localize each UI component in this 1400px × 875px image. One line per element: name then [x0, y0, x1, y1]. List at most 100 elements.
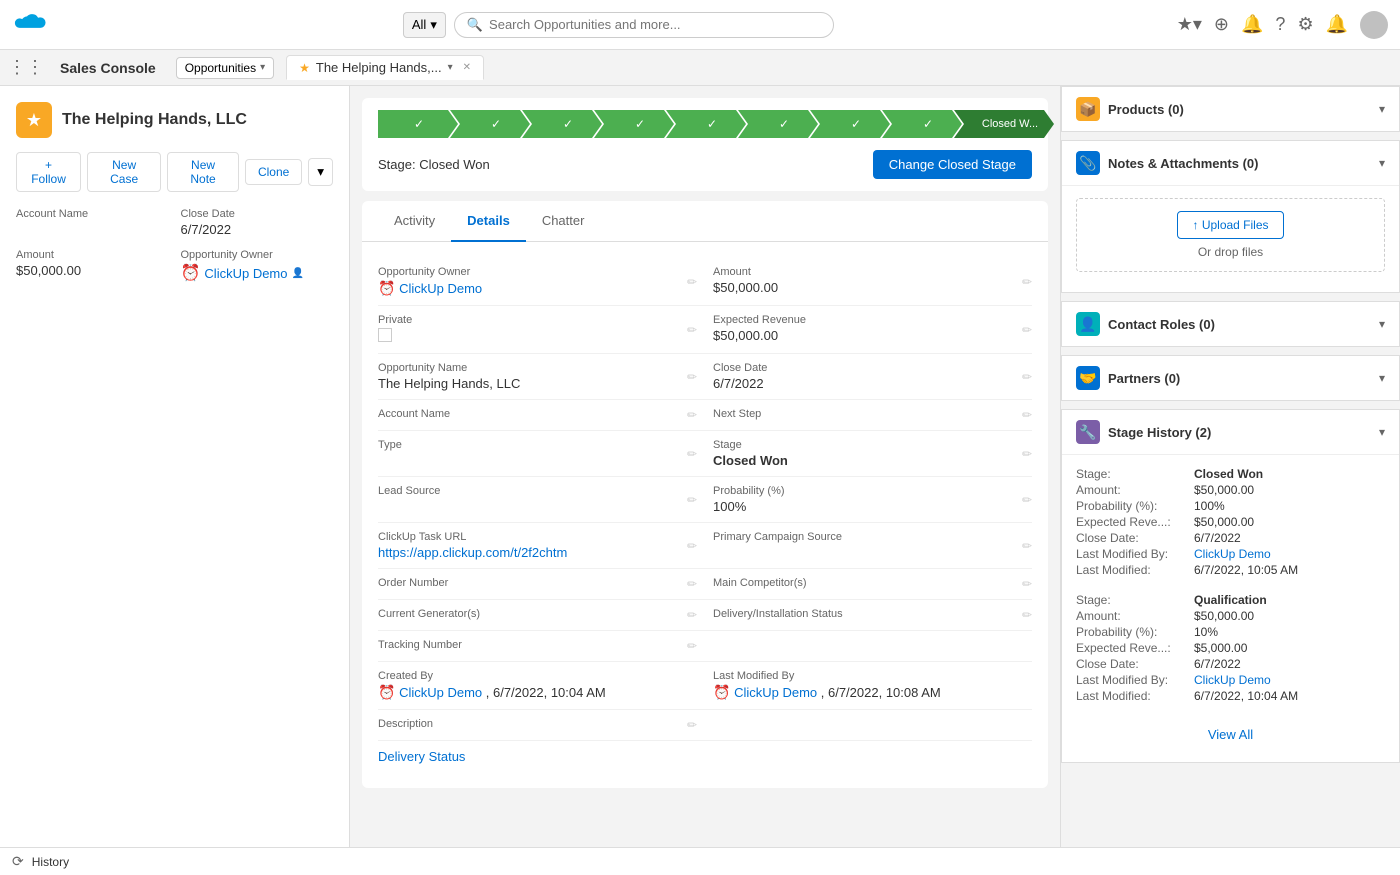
- more-actions-button[interactable]: ▾: [308, 158, 333, 186]
- products-title: 📦 Products (0): [1076, 97, 1184, 121]
- settings-icon[interactable]: ⚙: [1297, 14, 1313, 35]
- edit-icon[interactable]: ✏: [687, 493, 697, 507]
- account-name-detail: Account Name ✏: [378, 408, 697, 422]
- help-icon[interactable]: ?: [1275, 14, 1285, 35]
- upload-area: ↑ Upload Files Or drop files: [1076, 198, 1385, 272]
- partners-chevron: ▾: [1379, 371, 1385, 385]
- private-checkbox[interactable]: [378, 328, 392, 342]
- stage-step-4[interactable]: ✓: [594, 110, 674, 138]
- search-input[interactable]: [489, 17, 821, 32]
- opp-owner-detail-value[interactable]: ⏰ ClickUp Demo: [378, 280, 697, 297]
- probability-value: 100%: [713, 499, 1032, 514]
- edit-icon[interactable]: ✏: [1022, 577, 1032, 591]
- tab-details[interactable]: Details: [451, 201, 526, 242]
- created-by-link[interactable]: ClickUp Demo: [399, 685, 482, 700]
- clone-button[interactable]: Clone: [245, 159, 302, 185]
- stage-step-1[interactable]: ✓: [378, 110, 458, 138]
- history-lmb-1: Last Modified By: ClickUp Demo: [1076, 547, 1385, 561]
- edit-icon[interactable]: ✏: [1022, 493, 1032, 507]
- history-lmb-value-1[interactable]: ClickUp Demo: [1194, 547, 1271, 561]
- edit-icon[interactable]: ✏: [1022, 539, 1032, 553]
- notifications-icon[interactable]: 🔔: [1241, 14, 1263, 35]
- change-closed-stage-button[interactable]: Change Closed Stage: [873, 150, 1032, 179]
- products-title-text: Products (0): [1108, 102, 1184, 117]
- tab-dropdown-icon[interactable]: ▾: [448, 62, 453, 73]
- edit-icon[interactable]: ✏: [1022, 323, 1032, 337]
- record-tab[interactable]: ★ The Helping Hands,... ▾ ✕: [286, 55, 484, 80]
- opportunity-name-detail: Opportunity Name The Helping Hands, LLC …: [378, 362, 697, 391]
- stage-step-7[interactable]: ✓: [810, 110, 890, 138]
- spacer-detail: [713, 639, 1032, 653]
- content-card: Activity Details Chatter Opportunity Own…: [362, 201, 1048, 788]
- current-generators-detail: Current Generator(s) ✏: [378, 608, 697, 622]
- clickup-url-label: ClickUp Task URL: [378, 531, 697, 543]
- edit-icon[interactable]: ✏: [687, 577, 697, 591]
- history-exprev-label-2: Expected Reve...:: [1076, 641, 1186, 655]
- tab-close-icon[interactable]: ✕: [463, 62, 471, 73]
- contact-roles-header[interactable]: 👤 Contact Roles (0) ▾: [1062, 302, 1399, 346]
- stage-step-8[interactable]: ✓: [882, 110, 962, 138]
- search-scope-select[interactable]: All ▾: [403, 12, 446, 38]
- search-box[interactable]: 🔍: [454, 12, 834, 38]
- app-menu-icon[interactable]: ⋮⋮: [8, 57, 44, 78]
- products-icon: 📦: [1076, 97, 1100, 121]
- stage-history-chevron: ▾: [1379, 425, 1385, 439]
- new-case-button[interactable]: New Case: [87, 152, 161, 192]
- notes-section: 📎 Notes & Attachments (0) ▾ ↑ Upload Fil…: [1061, 140, 1400, 293]
- edit-icon[interactable]: ✏: [687, 447, 697, 461]
- tab-activity[interactable]: Activity: [378, 201, 451, 242]
- favorites-icon[interactable]: ★▾: [1177, 14, 1202, 35]
- history-lmb-label-2: Last Modified By:: [1076, 673, 1186, 687]
- edit-icon[interactable]: ✏: [687, 608, 697, 622]
- edit-icon[interactable]: ✏: [687, 370, 697, 384]
- edit-icon[interactable]: ✏: [687, 275, 697, 289]
- history-prob-value-1: 100%: [1194, 499, 1225, 513]
- bottom-bar: ⟳ History: [0, 847, 1400, 875]
- history-entry-2: Stage: Qualification Amount: $50,000.00 …: [1076, 593, 1385, 703]
- stage-step-closed[interactable]: Closed W...: [954, 110, 1054, 138]
- new-note-button[interactable]: New Note: [167, 152, 239, 192]
- history-lm-2: Last Modified: 6/7/2022, 10:04 AM: [1076, 689, 1385, 703]
- bell-icon[interactable]: 🔔: [1326, 14, 1348, 35]
- last-modified-link[interactable]: ClickUp Demo: [734, 685, 817, 700]
- add-icon[interactable]: ⊕: [1214, 14, 1229, 35]
- edit-icon[interactable]: ✏: [687, 323, 697, 337]
- view-all-link[interactable]: View All: [1076, 719, 1385, 750]
- notes-body: ↑ Upload Files Or drop files: [1062, 186, 1399, 292]
- account-name-label: Account Name: [16, 208, 169, 220]
- edit-icon[interactable]: ✏: [1022, 447, 1032, 461]
- partners-header[interactable]: 🤝 Partners (0) ▾: [1062, 356, 1399, 400]
- clickup-url-value[interactable]: https://app.clickup.com/t/2f2chtm: [378, 545, 697, 560]
- history-stage-value-2: Qualification: [1194, 593, 1267, 607]
- notes-header[interactable]: 📎 Notes & Attachments (0) ▾: [1062, 141, 1399, 186]
- history-lm-label-2: Last Modified:: [1076, 689, 1186, 703]
- main-layout: ★ The Helping Hands, LLC + Follow New Ca…: [0, 86, 1400, 847]
- follow-button[interactable]: + Follow: [16, 152, 81, 192]
- contact-roles-icon: 👤: [1076, 312, 1100, 336]
- opportunities-tab[interactable]: Opportunities ▾: [176, 57, 274, 79]
- opportunity-owner-value[interactable]: ⏰ ClickUp Demo 👤: [181, 263, 334, 283]
- user-avatar[interactable]: [1360, 11, 1388, 39]
- stage-step-2[interactable]: ✓: [450, 110, 530, 138]
- edit-icon[interactable]: ✏: [687, 718, 697, 732]
- stage-history-header[interactable]: 🔧 Stage History (2) ▾: [1062, 410, 1399, 455]
- upload-files-button[interactable]: ↑ Upload Files: [1177, 211, 1283, 239]
- history-lmb-value-2[interactable]: ClickUp Demo: [1194, 673, 1271, 687]
- edit-icon[interactable]: ✏: [687, 408, 697, 422]
- edit-icon[interactable]: ✏: [1022, 608, 1032, 622]
- stage-step-3[interactable]: ✓: [522, 110, 602, 138]
- edit-icon[interactable]: ✏: [1022, 275, 1032, 289]
- edit-icon[interactable]: ✏: [1022, 408, 1032, 422]
- history-label[interactable]: History: [32, 855, 69, 869]
- delivery-status-value[interactable]: Delivery Status: [378, 749, 697, 764]
- edit-icon[interactable]: ✏: [1022, 370, 1032, 384]
- stage-step-5[interactable]: ✓: [666, 110, 746, 138]
- edit-icon[interactable]: ✏: [687, 539, 697, 553]
- view-all-anchor[interactable]: View All: [1208, 727, 1253, 742]
- stage-step-6[interactable]: ✓: [738, 110, 818, 138]
- products-header[interactable]: 📦 Products (0) ▾: [1062, 87, 1399, 131]
- salesforce-logo[interactable]: [12, 7, 48, 43]
- search-scope-label: All: [412, 17, 426, 32]
- edit-icon[interactable]: ✏: [687, 639, 697, 653]
- tab-chatter[interactable]: Chatter: [526, 201, 601, 242]
